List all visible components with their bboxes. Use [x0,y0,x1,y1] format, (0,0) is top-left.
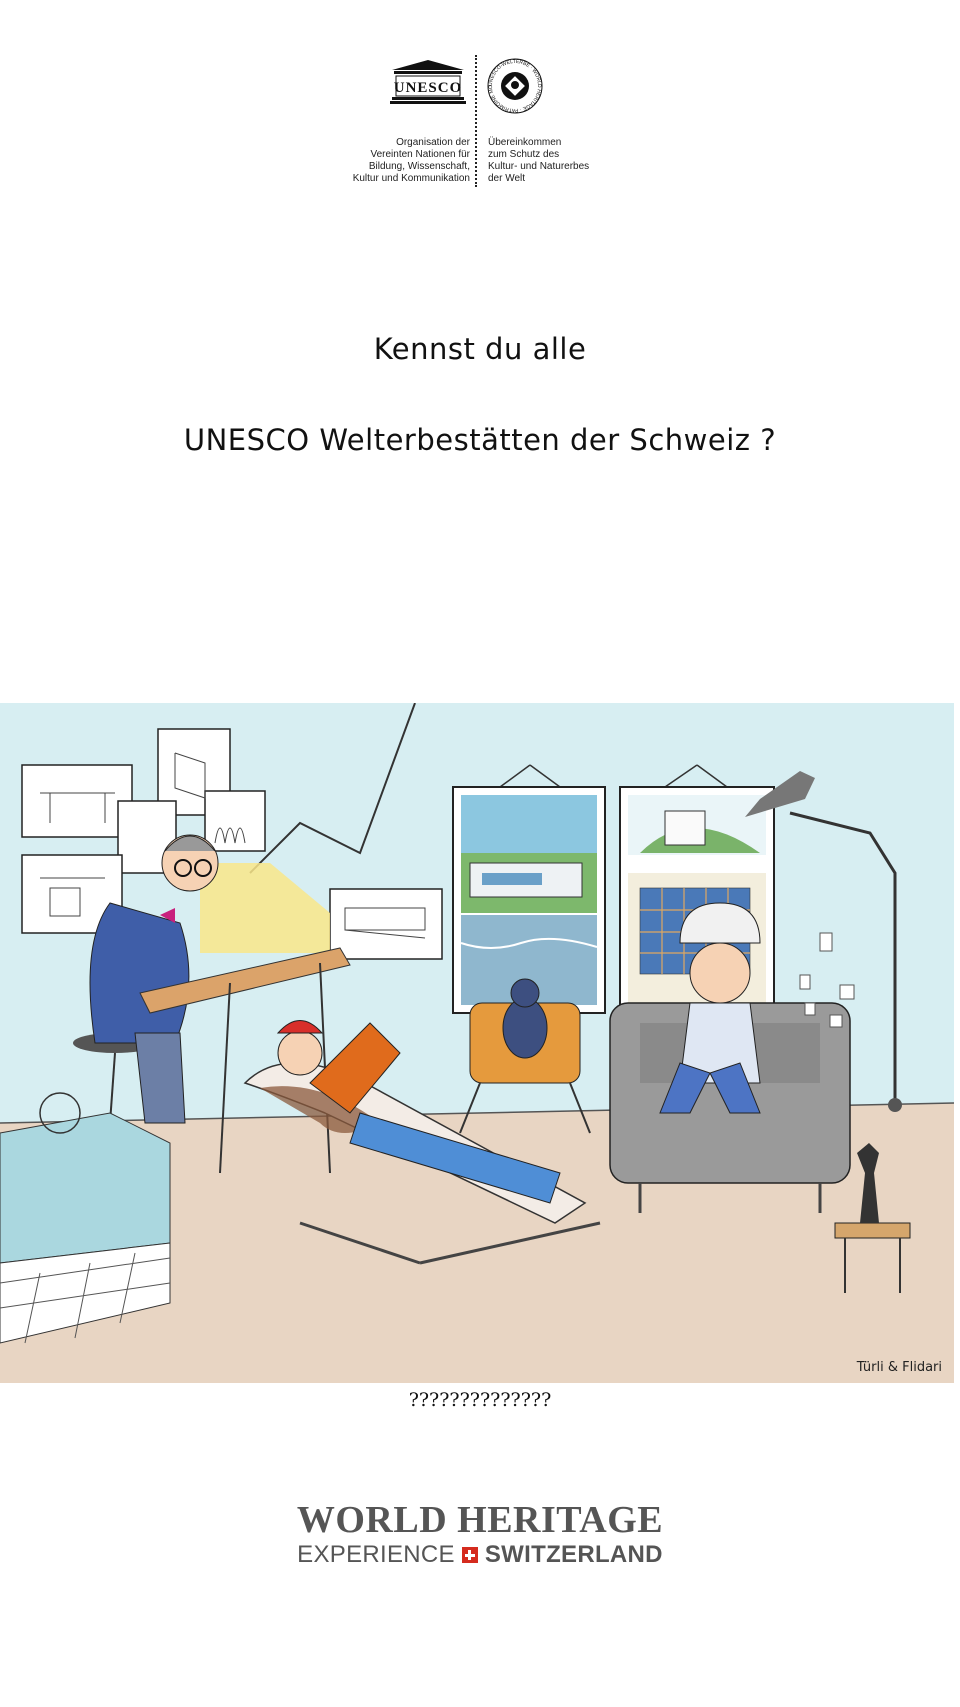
world-heritage-emblem-icon: UNESCO-WELTERBE · WORLD HERITAGE · PATRI… [486,57,543,114]
unesco-temple-icon: UNESCO [390,60,466,104]
world-heritage-experience-logo: WORLD HERITAGE EXPERIENCE SWITZERLAND [0,1500,960,1570]
illustration-caption: ?????????????? [408,1389,552,1411]
illustration-le-corbusier-studio: Türli & Flidari [0,703,954,1383]
whe-logo-switzerland: SWITZERLAND [484,1541,663,1568]
whe-logo-line2: EXPERIENCE SWITZERLAND [297,1540,663,1570]
unesco-logo-block: UNESCO Organisation der Vereinten Nation… [340,55,595,187]
unesco-caption: Organisation der Vereinten Nationen für … [330,137,470,185]
whc-caption: Übereinkommen zum Schutz des Kultur- und… [488,137,603,185]
unesco-caption-line: Organisation der [396,137,470,148]
page-title-line-1: Kennst du alle [373,332,587,366]
illustration-signature: Türli & Flidari [856,1360,942,1375]
unesco-caption-line: Vereinten Nationen für [370,149,470,160]
unesco-wordmark: UNESCO [394,80,463,96]
swiss-flag-icon [461,1547,478,1563]
illustration-drawing [0,703,954,1383]
whc-caption-line: Kultur- und Naturerbes [488,161,590,172]
page-title-line-2: UNESCO Welterbestätten der Schweiz ? [183,423,777,457]
whc-caption-line: zum Schutz des [488,149,560,160]
whe-logo-experience: EXPERIENCE [297,1541,455,1568]
whe-logo-line1: WORLD HERITAGE [296,1499,664,1541]
logo-divider [475,55,477,187]
whc-caption-line: der Welt [488,173,526,184]
whc-caption-line: Übereinkommen [488,137,562,148]
unesco-caption-line: Kultur und Kommunikation [352,173,470,184]
unesco-caption-line: Bildung, Wissenschaft, [368,161,470,172]
